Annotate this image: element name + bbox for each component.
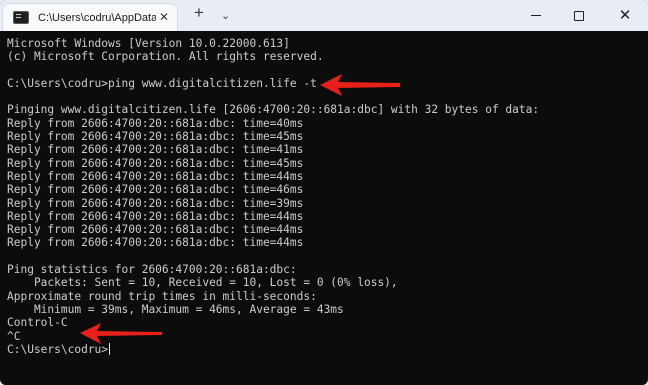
console-line: (c) Microsoft Corporation. All rights re… <box>7 50 324 64</box>
arrow-annotation-control-c <box>80 323 162 344</box>
console-line: Reply from 2606:4700:20::681a:dbc: time=… <box>7 143 304 157</box>
close-button[interactable]: ✕ <box>602 0 648 31</box>
console-line: Reply from 2606:4700:20::681a:dbc: time=… <box>7 223 304 237</box>
command-prompt-icon <box>13 11 29 24</box>
console-line: Packets: Sent = 10, Received = 10, Lost … <box>7 276 398 290</box>
terminal-window: C:\Users\codru\AppData\Roa ✕ + ⌄ ✕ Micro… <box>0 0 648 385</box>
console-line: Reply from 2606:4700:20::681a:dbc: time=… <box>7 236 304 250</box>
minimize-button[interactable] <box>513 0 559 31</box>
maximize-icon <box>574 10 584 21</box>
terminal-tab[interactable]: C:\Users\codru\AppData\Roa ✕ <box>3 4 177 31</box>
chevron-down-icon[interactable]: ⌄ <box>221 9 230 23</box>
console-line: Minimum = 39ms, Maximum = 46ms, Average … <box>7 302 344 316</box>
console-line: Reply from 2606:4700:20::681a:dbc: time=… <box>7 183 304 197</box>
close-icon: ✕ <box>618 7 632 24</box>
minimize-icon <box>531 15 541 16</box>
console-line: Reply from 2606:4700:20::681a:dbc: time=… <box>7 130 304 144</box>
console-line: Pinging www.digitalcitizen.life [2606:47… <box>7 103 540 117</box>
maximize-button[interactable] <box>556 0 602 31</box>
console-line: Approximate round trip times in milli-se… <box>7 289 317 303</box>
tab-close-icon[interactable]: ✕ <box>159 10 169 24</box>
tab-title: C:\Users\codru\AppData\Roa <box>38 11 156 24</box>
title-bar[interactable]: C:\Users\codru\AppData\Roa ✕ + ⌄ ✕ <box>0 0 648 31</box>
console-line: Microsoft Windows [Version 10.0.22000.61… <box>7 37 290 50</box>
console-line: Ping statistics for 2606:4700:20::681a:d… <box>7 263 297 277</box>
arrow-annotation-ping <box>320 74 400 96</box>
console-line: Reply from 2606:4700:20::681a:dbc: time=… <box>7 196 304 210</box>
console-line: Reply from 2606:4700:20::681a:dbc: time=… <box>7 169 304 183</box>
console-line: Reply from 2606:4700:20::681a:dbc: time=… <box>7 116 304 130</box>
console-line: Reply from 2606:4700:20::681a:dbc: time=… <box>7 156 304 170</box>
new-tab-button[interactable]: + <box>194 4 204 21</box>
console-line: Reply from 2606:4700:20::681a:dbc: time=… <box>7 209 304 223</box>
